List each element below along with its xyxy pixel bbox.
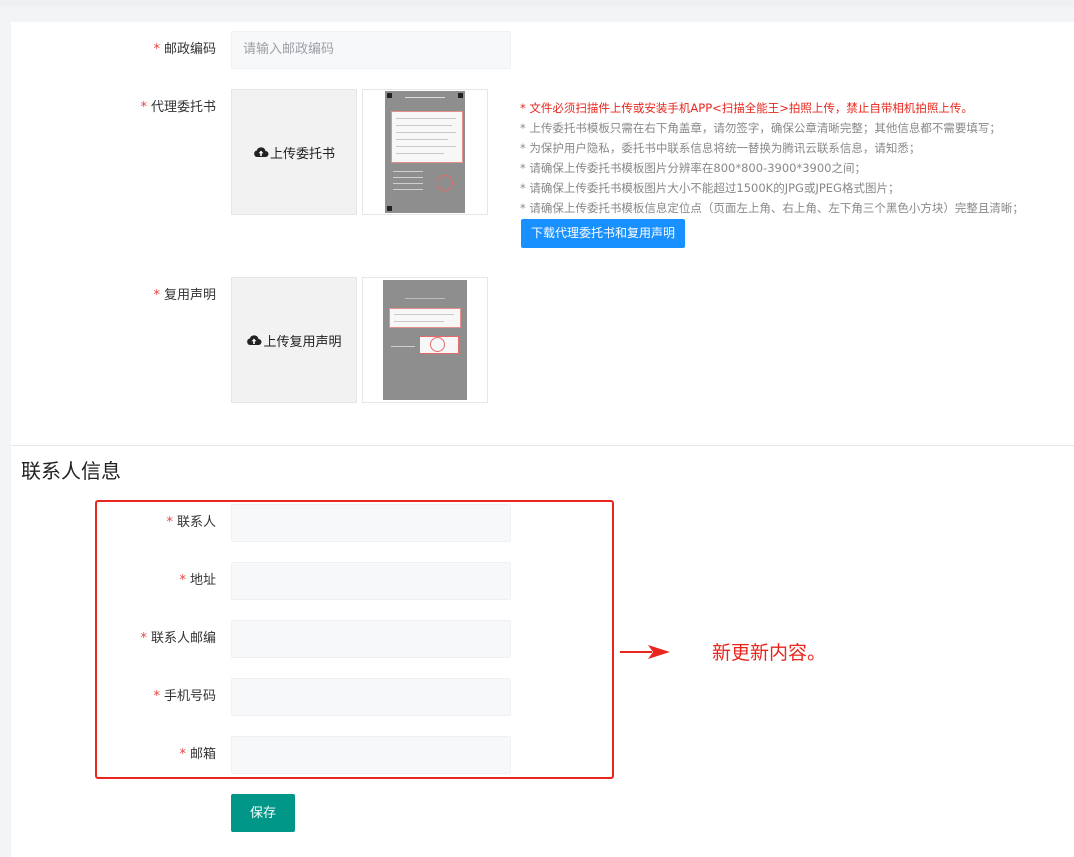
attorney-sample-thumbnail[interactable]	[362, 89, 488, 215]
attorney-sample-image	[385, 91, 465, 213]
postcode-input[interactable]: 请输入邮政编码	[231, 31, 511, 69]
contact-section-title: 联系人信息	[21, 459, 121, 483]
upload-reuse-button[interactable]: 上传复用声明	[231, 277, 357, 403]
attorney-label: * 代理委托书	[140, 100, 216, 115]
postcode-label: * 邮政编码	[153, 42, 216, 57]
section-divider	[11, 445, 1074, 446]
cloud-upload-icon	[247, 335, 262, 345]
arrow-right-icon	[620, 645, 670, 659]
reuse-sample-thumbnail[interactable]	[362, 277, 488, 403]
annotation-text: 新更新内容。	[712, 642, 827, 664]
required-mark: *	[140, 100, 147, 115]
note-line: * 为保护用户隐私，委托书中联系信息将统一替换为腾讯云联系信息，请知悉；	[520, 141, 921, 155]
note-line: * 请确保上传委托书模板信息定位点（页面左上角、右上角、左下角三个黑色小方块）完…	[520, 201, 1024, 215]
reuse-sample-image	[383, 280, 467, 400]
note-line: * 请确保上传委托书模板图片大小不能超过1500K的JPG或JPEG格式图片；	[520, 181, 900, 195]
save-button[interactable]: 保存	[231, 794, 295, 832]
required-mark: *	[153, 42, 160, 57]
note-line: * 上传委托书模板只需在右下角盖章，请勿签字，确保公章清晰完整；其他信息都不需要…	[520, 121, 1001, 135]
postcode-placeholder: 请输入邮政编码	[243, 42, 335, 57]
highlight-box	[95, 500, 614, 779]
upload-notes: * 文件必须扫描件上传或安装手机APP<扫描全能王>拍照上传，禁止自带相机拍照上…	[520, 98, 1060, 218]
top-bar	[0, 0, 1074, 6]
cloud-upload-icon	[254, 147, 269, 157]
download-template-button[interactable]: 下载代理委托书和复用声明	[521, 219, 685, 248]
note-line: * 请确保上传委托书模板图片分辨率在800*800-3900*3900之间；	[520, 161, 866, 175]
upload-attorney-button[interactable]: 上传委托书	[231, 89, 357, 215]
note-line: * 文件必须扫描件上传或安装手机APP<扫描全能王>拍照上传，禁止自带相机拍照上…	[520, 101, 973, 115]
reuse-label: * 复用声明	[153, 288, 216, 303]
required-mark: *	[153, 288, 160, 303]
